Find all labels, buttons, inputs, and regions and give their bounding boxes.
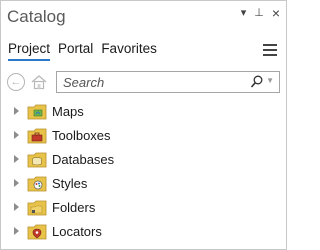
search-input[interactable]: Search bbox=[63, 75, 104, 90]
panel-title-bar: Catalog ▾ ⊥ × bbox=[1, 1, 286, 31]
tree-item-label: Databases bbox=[52, 152, 115, 167]
styles-folder-icon bbox=[27, 176, 47, 192]
folders-folder-icon bbox=[27, 200, 47, 216]
catalog-tabs: Project Portal Favorites bbox=[8, 41, 157, 61]
pin-icon[interactable]: ⊥ bbox=[254, 6, 264, 20]
tab-portal[interactable]: Portal bbox=[58, 41, 93, 61]
tree-item-label: Locators bbox=[52, 224, 102, 239]
tab-project[interactable]: Project bbox=[8, 41, 51, 61]
tree-item-maps[interactable]: Maps bbox=[1, 101, 281, 123]
tree-item-toolboxes[interactable]: Toolboxes bbox=[1, 125, 281, 147]
tree-item-label: Maps bbox=[52, 104, 84, 119]
expand-arrow-icon[interactable] bbox=[14, 203, 19, 211]
expand-arrow-icon[interactable] bbox=[14, 179, 19, 187]
tab-favorites[interactable]: Favorites bbox=[101, 41, 157, 61]
catalog-nav: ← bbox=[7, 73, 48, 91]
panel-controls: ▾ ⊥ × bbox=[241, 6, 280, 20]
panel-title: Catalog bbox=[7, 7, 66, 26]
tree-item-databases[interactable]: Databases bbox=[1, 149, 281, 171]
options-dropdown-icon[interactable]: ▾ bbox=[241, 6, 247, 20]
home-icon[interactable] bbox=[30, 73, 48, 91]
close-icon[interactable]: × bbox=[272, 6, 280, 20]
hamburger-menu-icon[interactable] bbox=[263, 44, 277, 59]
locators-folder-icon bbox=[27, 224, 47, 240]
tree-item-label: Folders bbox=[52, 200, 96, 215]
search-options-dropdown-icon[interactable]: ▼ bbox=[266, 76, 274, 85]
maps-folder-icon bbox=[27, 104, 47, 120]
tree-item-folders[interactable]: Folders bbox=[1, 197, 281, 219]
tree-item-label: Toolboxes bbox=[52, 128, 111, 143]
back-arrow-icon[interactable]: ← bbox=[7, 73, 25, 91]
tree-item-label: Styles bbox=[52, 176, 88, 191]
expand-arrow-icon[interactable] bbox=[14, 131, 19, 139]
toolboxes-folder-icon bbox=[27, 128, 47, 144]
expand-arrow-icon[interactable] bbox=[14, 227, 19, 235]
expand-arrow-icon[interactable] bbox=[14, 155, 19, 163]
databases-folder-icon bbox=[27, 152, 47, 168]
tree-item-locators[interactable]: Locators bbox=[1, 221, 281, 243]
search-icon[interactable] bbox=[250, 75, 263, 89]
tree-item-styles[interactable]: Styles bbox=[1, 173, 281, 195]
search-box[interactable]: Search ▼ bbox=[56, 71, 280, 93]
expand-arrow-icon[interactable] bbox=[14, 107, 19, 115]
